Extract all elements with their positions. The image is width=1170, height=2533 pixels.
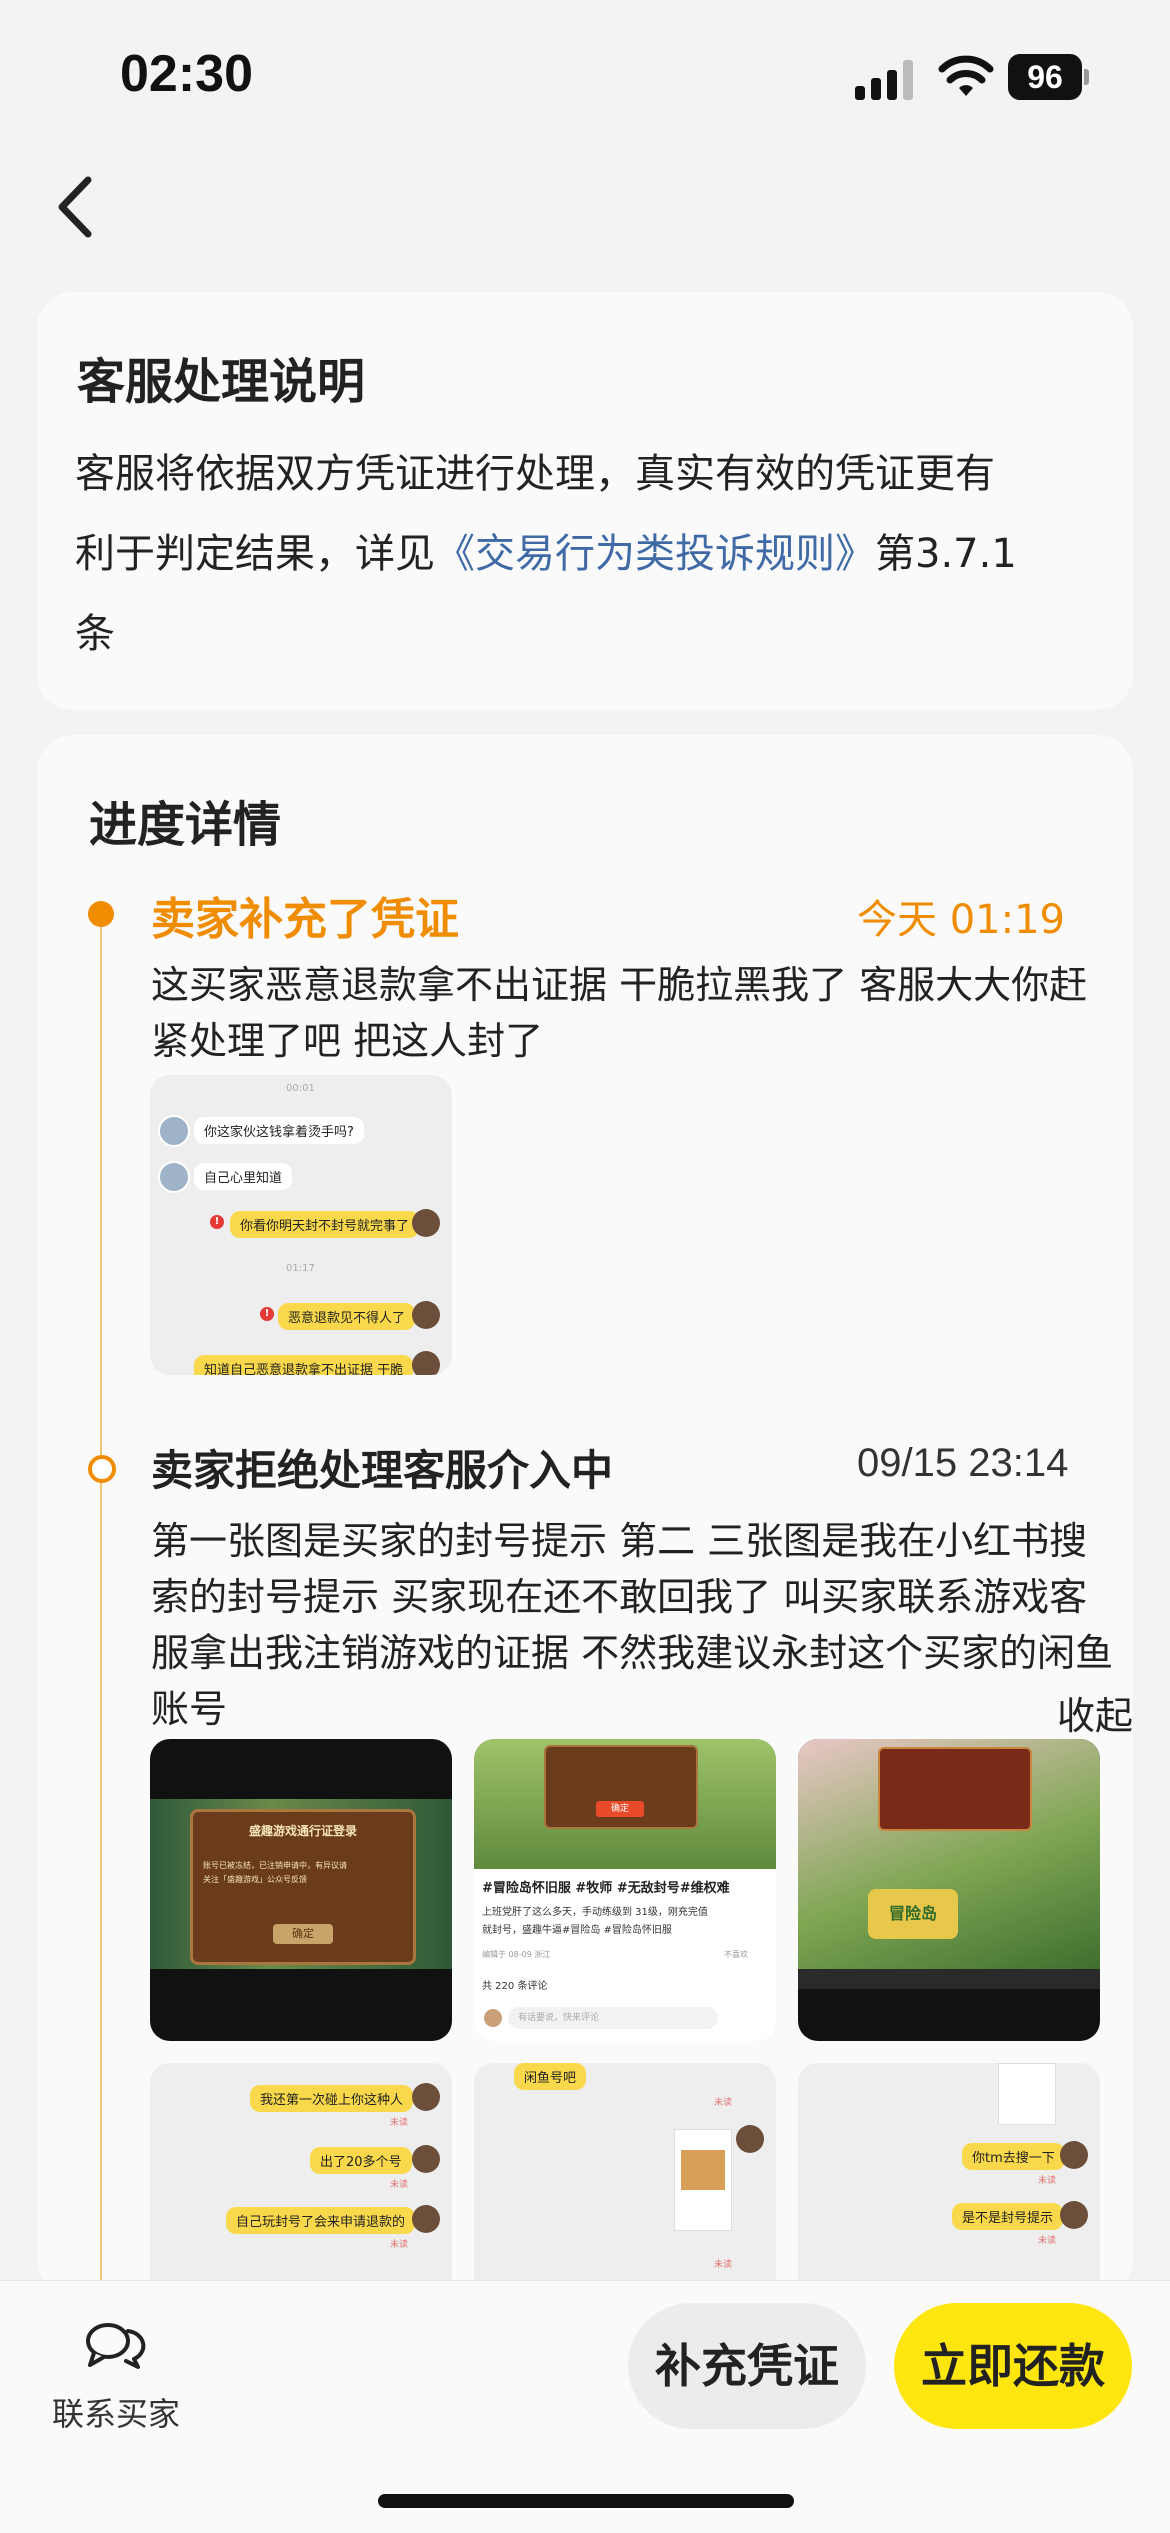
unread-label: 未读 xyxy=(390,2240,409,2250)
service-notice-card: 客服处理说明 客服将依据双方凭证进行处理，真实有效的凭证更有 利于判定结果，详见… xyxy=(37,292,1133,710)
event-2-desc-line: 索的封号提示 买家现在还不敢回我了 叫买家联系游戏客 xyxy=(151,1575,1088,1619)
event-1-title: 卖家补充了凭证 xyxy=(151,894,459,945)
dialog-confirm-button: 确定 xyxy=(596,1801,644,1817)
dialog-text: 账号已被冻结，已注销申请中，有异议请 xyxy=(203,1861,347,1870)
avatar xyxy=(412,1209,440,1237)
progress-card: 进度详情 卖家补充了凭证 今天 01:19 这买家恶意退款拿不出证据 干脆拉黑我… xyxy=(37,735,1133,2295)
unread-label: 未读 xyxy=(1038,2236,1057,2246)
chat-message: 自己心里知道 xyxy=(194,1163,293,1190)
battery-icon: 96 xyxy=(1008,54,1089,100)
wifi-icon xyxy=(938,55,994,96)
avatar xyxy=(1060,2141,1088,2169)
battery-level: 96 xyxy=(1008,54,1082,100)
post-hashtags: #冒险岛怀旧服 #牧师 #无敌封号#维权难 xyxy=(482,1881,730,1896)
timeline-line xyxy=(100,915,102,2295)
dialog-confirm-button: 确定 xyxy=(273,1924,333,1944)
complaint-rules-link[interactable]: 《交易行为类投诉规则》 xyxy=(435,531,875,577)
avatar xyxy=(412,1351,440,1375)
notice-line-2: 利于判定结果，详见《交易行为类投诉规则》第3.7.1 xyxy=(75,514,1017,594)
chat-message: 出了20多个号 xyxy=(310,2147,412,2174)
evidence-image-chat[interactable]: 00:01 你这家伙这钱拿着烫手吗? 自己心里知道 ! 你看你明天封不封号就完事… xyxy=(150,1075,452,1375)
event-2-description: 第一张图是买家的封号提示 第二 三张图是我在小红书搜 索的封号提示 买家现在还不… xyxy=(151,1513,1113,1737)
avatar xyxy=(1060,2201,1088,2229)
notice-line-1: 客服将依据双方凭证进行处理，真实有效的凭证更有 xyxy=(75,451,995,497)
chat-message: 你tm去搜一下 xyxy=(962,2143,1065,2170)
comment-count: 共 220 条评论 xyxy=(482,1981,548,1992)
collapse-button[interactable]: 收起 xyxy=(1057,1685,1133,1740)
avatar xyxy=(158,1161,190,1193)
refund-now-button[interactable]: 立即还款 xyxy=(894,2303,1132,2429)
chat-message: 你看你明天封不封号就完事了 xyxy=(230,1211,420,1238)
dialog-title: 盛趣游戏通行证登录 xyxy=(248,1824,357,1838)
avatar xyxy=(736,2125,764,2153)
chat-timestamp: 01:17 xyxy=(286,1263,315,1274)
image-attachment xyxy=(998,2063,1056,2125)
avatar xyxy=(412,2145,440,2173)
post-text: 上班党肝了这么多天，手动练级到 31级，刚充完值 xyxy=(482,1907,708,1918)
post-meta: 编辑于 08-09 浙江 xyxy=(482,1950,551,1959)
chat-message: 自己玩封号了会来申请退款的 xyxy=(226,2207,416,2234)
evidence-image-chat[interactable]: 你tm去搜一下 未读 是不是封号提示 未读 xyxy=(798,2063,1100,2295)
unread-label: 未读 xyxy=(390,2180,409,2190)
warning-icon: ! xyxy=(260,1307,274,1321)
taskbar xyxy=(798,1969,1100,1989)
dislike-label: 不喜欢 xyxy=(724,1950,748,1959)
event-1-desc-line: 这买家恶意退款拿不出证据 干脆拉黑我了 客服大大你赶 xyxy=(151,963,1088,1007)
event-2-desc-line: 第一张图是买家的封号提示 第二 三张图是我在小红书搜 xyxy=(151,1519,1088,1563)
unread-label: 未读 xyxy=(390,2118,409,2128)
dialog-box xyxy=(878,1747,1032,1831)
evidence-image-ban-notice[interactable]: 盛趣游戏通行证登录 账号已被冻结，已注销申请中，有异议请 关注「盛趣游戏」公众号… xyxy=(150,1739,452,2041)
cellular-signal-icon xyxy=(855,58,915,100)
avatar xyxy=(412,1301,440,1329)
unread-label: 未读 xyxy=(1038,2176,1057,2186)
chat-timestamp: 00:01 xyxy=(286,1083,315,1094)
dialog-box: 确定 xyxy=(544,1745,698,1829)
chat-message: 闲鱼号吧 xyxy=(514,2063,587,2090)
chat-message: 恶意退款见不得人了 xyxy=(278,1303,416,1330)
event-1-description: 这买家恶意退款拿不出证据 干脆拉黑我了 客服大大你赶 紧处理了吧 把这人封了 xyxy=(151,957,1087,1069)
event-2-time: 09/15 23:14 xyxy=(857,1441,1069,1485)
back-arrow-icon[interactable] xyxy=(50,172,110,242)
contact-buyer-button[interactable]: 联系买家 xyxy=(52,2389,180,2435)
progress-title: 进度详情 xyxy=(89,797,282,853)
notice-line-3: 条 xyxy=(75,611,115,657)
event-2-desc-line: 账号 xyxy=(151,1687,228,1731)
evidence-image-post[interactable]: 确定 #冒险岛怀旧服 #牧师 #无敌封号#维权难 上班党肝了这么多天，手动练级到… xyxy=(474,1739,776,2041)
status-time: 02:30 xyxy=(120,45,253,103)
supplement-evidence-button[interactable]: 补充凭证 xyxy=(628,2303,866,2429)
evidence-image-chat[interactable]: 闲鱼号吧 未读 未读 xyxy=(474,2063,776,2295)
notice-line-2-suffix: 第3.7.1 xyxy=(875,531,1017,577)
game-logo: 冒险岛 xyxy=(868,1889,958,1939)
warning-icon: ! xyxy=(210,1215,224,1229)
chat-message: 是不是封号提示 xyxy=(952,2203,1064,2230)
notice-line-2-prefix: 利于判定结果，详见 xyxy=(75,531,435,577)
unread-label: 未读 xyxy=(714,2260,733,2270)
event-2-desc-line: 服拿出我注销游戏的证据 不然我建议永封这个买家的闲鱼 xyxy=(151,1631,1114,1675)
chat-bubbles-icon xyxy=(86,2323,146,2369)
unread-label: 未读 xyxy=(714,2098,733,2108)
image-attachment xyxy=(674,2129,732,2231)
event-2-title: 卖家拒绝处理客服介入中 xyxy=(151,1446,614,1495)
avatar xyxy=(412,2083,440,2111)
comment-input: 有话要说，快来评论 xyxy=(508,2007,718,2029)
avatar xyxy=(484,2009,502,2027)
notice-title: 客服处理说明 xyxy=(77,354,366,410)
evidence-image-desktop[interactable]: 冒险岛 xyxy=(798,1739,1100,2041)
post-text: 就封号，盛趣牛逼#冒险岛 #冒险岛怀旧服 xyxy=(482,1925,672,1936)
chat-message: 知道自己恶意退款拿不出证据 干脆 xyxy=(194,1355,414,1375)
home-indicator[interactable] xyxy=(378,2494,794,2508)
chat-message: 我还第一次碰上你这种人 xyxy=(250,2085,414,2112)
timeline-dot-active xyxy=(88,901,114,927)
avatar xyxy=(412,2205,440,2233)
timeline-dot xyxy=(88,1455,116,1483)
evidence-image-chat[interactable]: 我还第一次碰上你这种人 未读 出了20多个号 未读 自己玩封号了会来申请退款的 … xyxy=(150,2063,452,2295)
event-1-desc-line: 紧处理了吧 把这人封了 xyxy=(151,1019,544,1063)
avatar xyxy=(158,1115,190,1147)
event-1-time: 今天 01:19 xyxy=(857,897,1065,943)
dialog-text: 关注「盛趣游戏」公众号反馈 xyxy=(203,1875,307,1884)
dialog-box: 盛趣游戏通行证登录 账号已被冻结，已注销申请中，有异议请 关注「盛趣游戏」公众号… xyxy=(190,1809,416,1965)
chat-message: 你这家伙这钱拿着烫手吗? xyxy=(194,1117,364,1144)
